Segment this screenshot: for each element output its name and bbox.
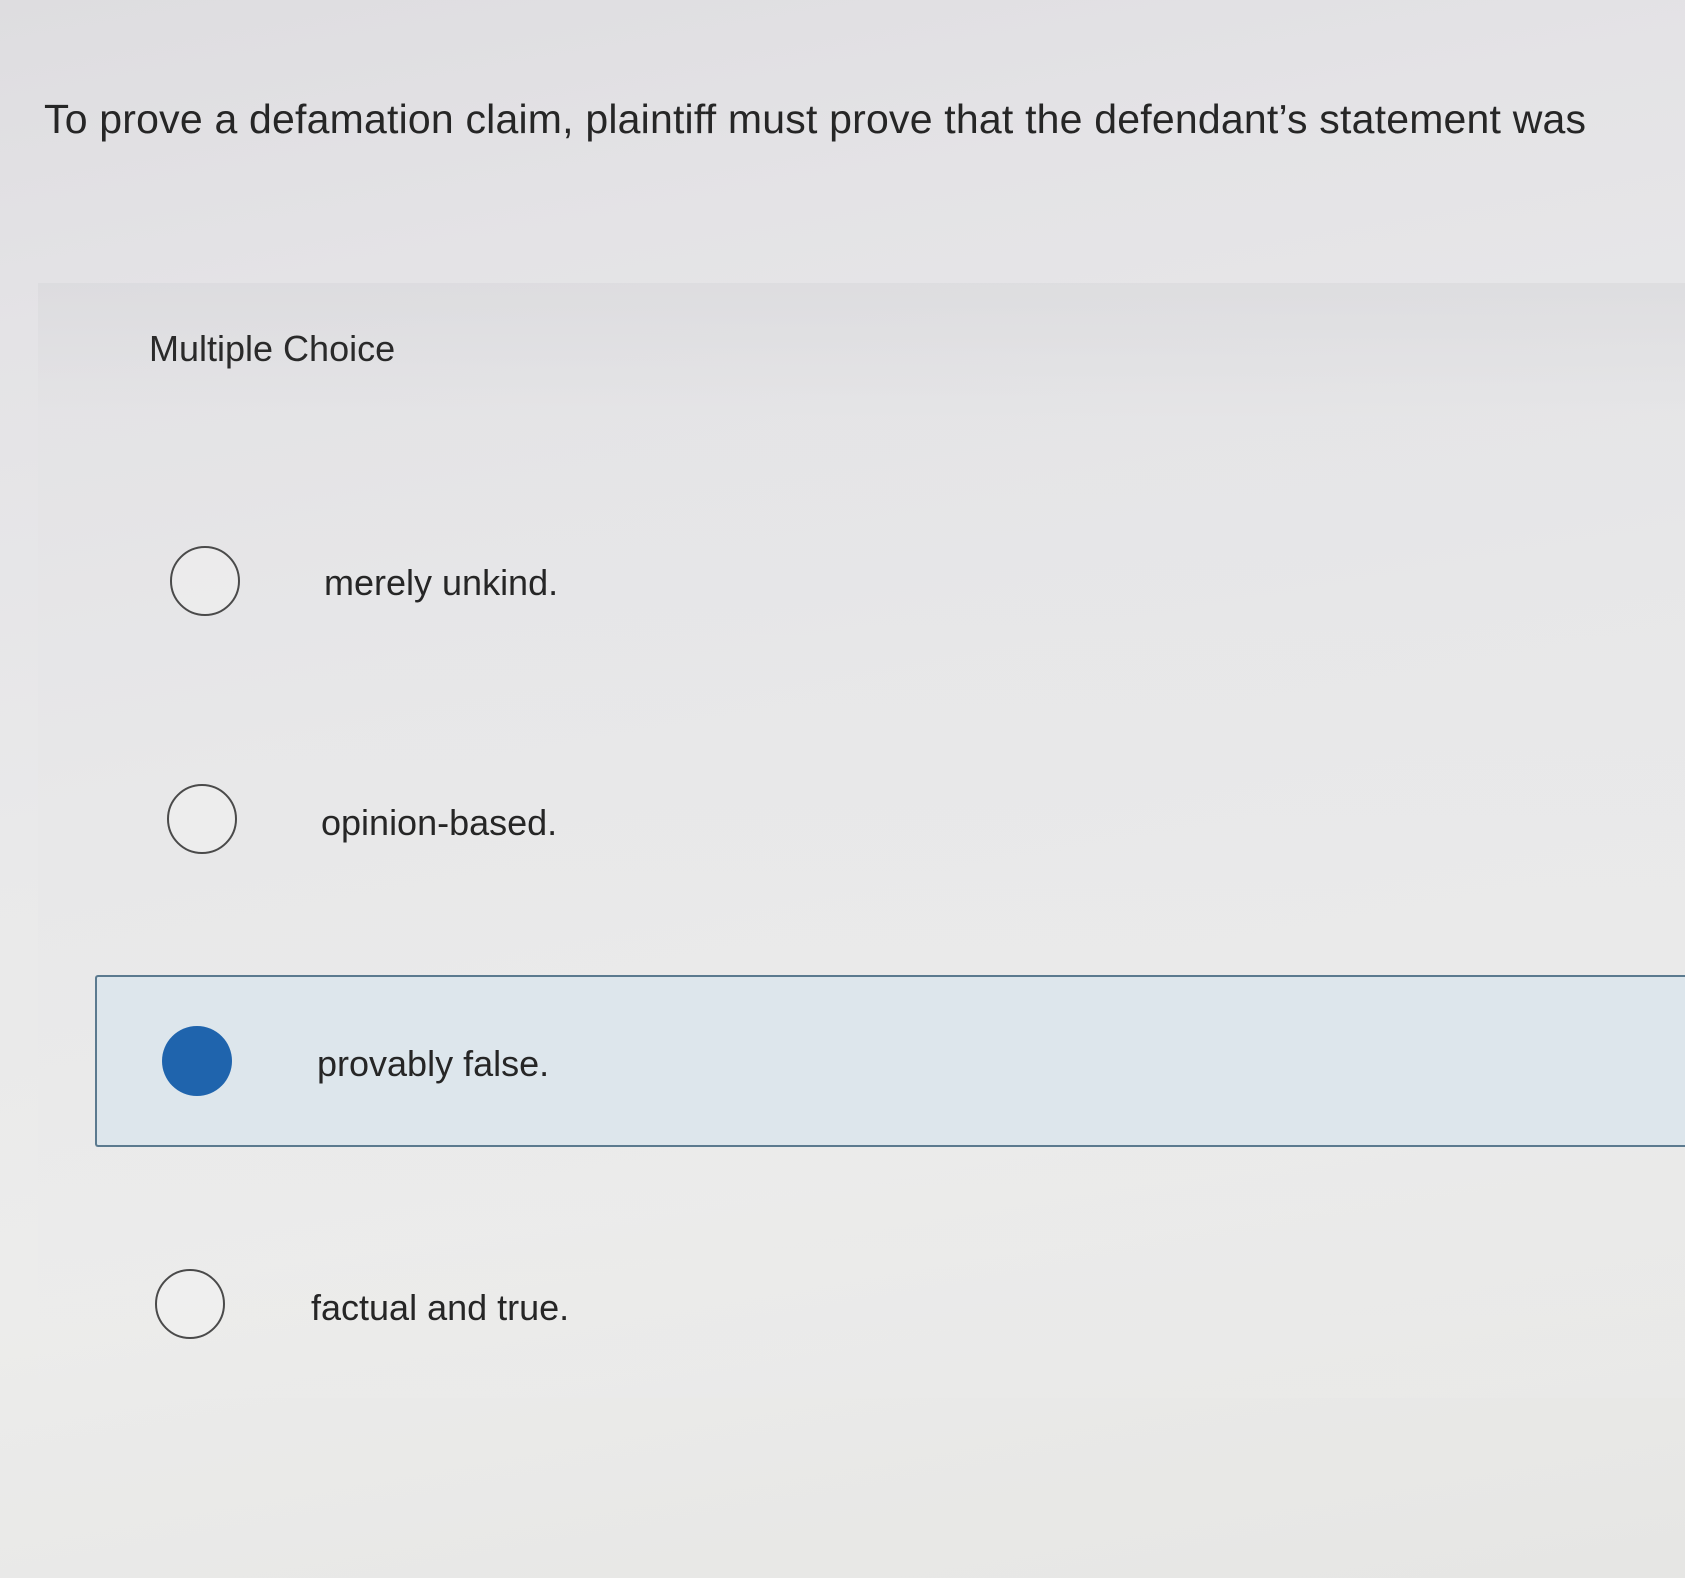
answer-option-2[interactable]: opinion-based. [95,742,1685,914]
radio-button-unselected[interactable] [155,1269,225,1339]
answer-option-label: factual and true. [311,1287,570,1328]
radio-button-unselected[interactable] [167,784,237,854]
answer-option-label: opinion-based. [321,802,558,843]
radio-button-selected[interactable] [162,1026,232,1096]
answer-option-label: provably false. [317,1043,550,1084]
question-text: To prove a defamation claim, plaintiff m… [44,96,1587,142]
answer-option-3[interactable]: provably false. [95,975,1685,1147]
answer-option-4[interactable]: factual and true. [95,1222,1685,1394]
question-type-label: Multiple Choice [149,328,396,369]
answer-option-label: merely unkind. [324,562,559,603]
radio-button-unselected[interactable] [170,546,240,616]
answer-option-1[interactable]: merely unkind. [95,504,1685,676]
